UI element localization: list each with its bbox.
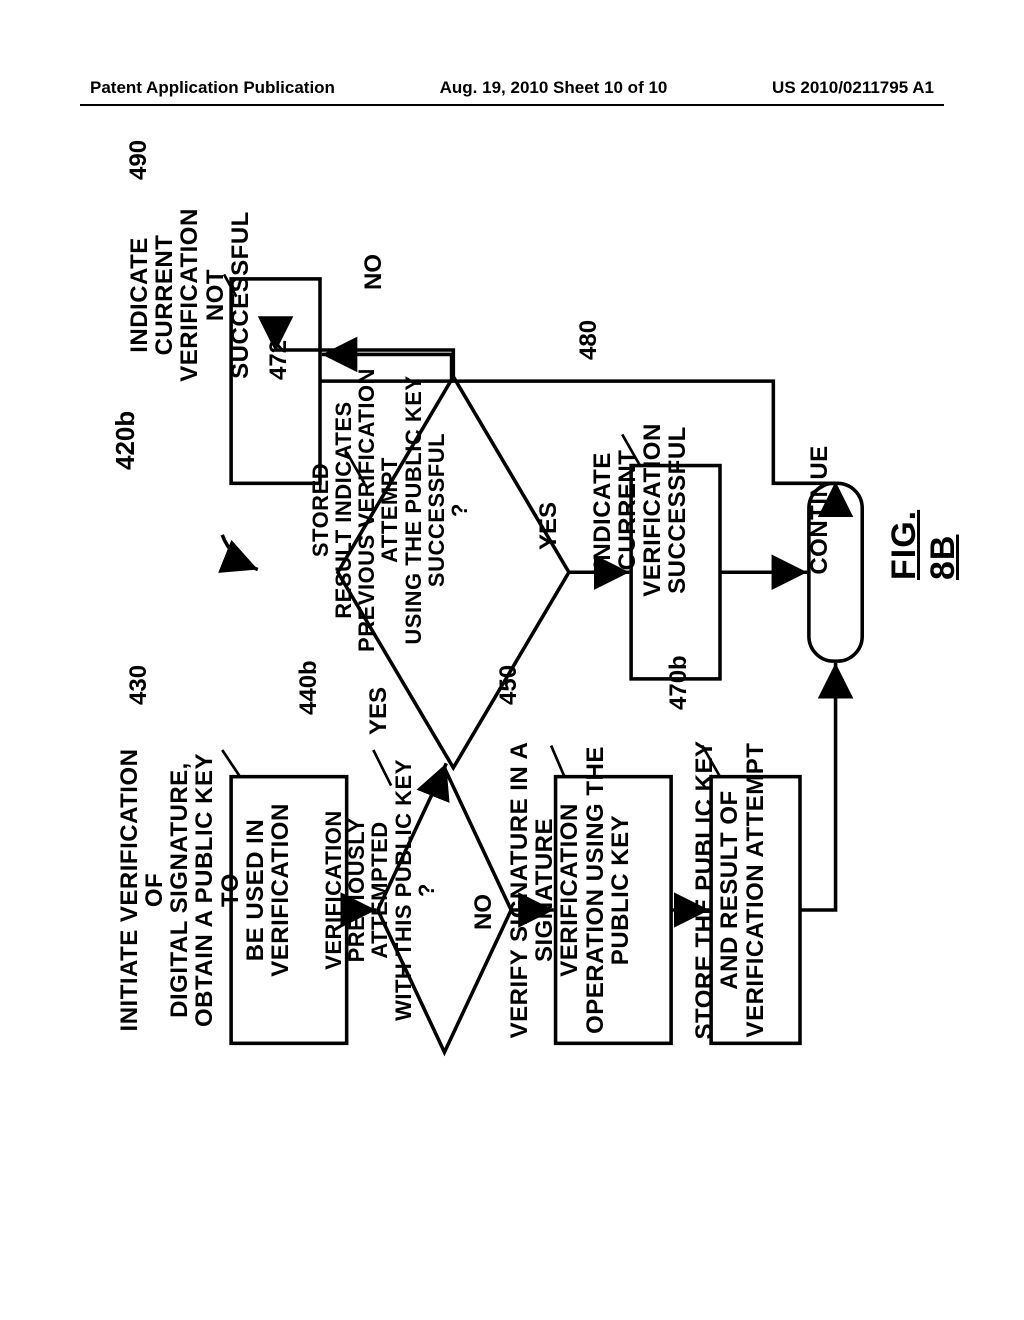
node-450: VERIFY SIGNATURE IN A SIGNATURE VERIFICA… — [505, 740, 635, 1040]
header-mid: Aug. 19, 2010 Sheet 10 of 10 — [440, 78, 668, 98]
ref-480: 480 — [575, 320, 603, 360]
ref-472: 472 — [265, 340, 293, 380]
node-490: INDICATE CURRENT VERIFICATION NOT SUCCES… — [140, 180, 240, 410]
header-left: Patent Application Publication — [90, 78, 335, 98]
node-430: INITIATE VERIFICATION OF DIGITAL SIGNATU… — [140, 740, 270, 1040]
header-rule — [80, 104, 944, 106]
page-header: Patent Application Publication Aug. 19, … — [90, 78, 934, 98]
edge-440b-no: NO — [470, 894, 498, 930]
ref-450: 450 — [495, 665, 523, 705]
node-480: INDICATE CURRENT VERIFICATION SUCCESSFUL — [590, 390, 690, 630]
edge-440b-yes: YES — [365, 687, 393, 735]
node-470b: STORE THE PUBLIC KEY AND RESULT OF VERIF… — [680, 740, 780, 1040]
figure-caption: FIG. 8B — [885, 510, 963, 580]
node-472: STORED RESULT INDICATES PREVIOUS VERIFIC… — [310, 320, 470, 700]
edge-472-yes: YES — [535, 502, 563, 550]
header-right: US 2010/0211795 A1 — [772, 78, 934, 98]
ref-490: 490 — [125, 140, 153, 180]
ref-440b: 440b — [295, 660, 323, 715]
flowchart: INITIATE VERIFICATION OF DIGITAL SIGNATU… — [110, 170, 910, 1070]
ref-420b: 420b — [110, 411, 141, 470]
ref-470b: 470b — [665, 655, 693, 710]
ref-430: 430 — [125, 665, 153, 705]
edge-472-no: NO — [360, 254, 388, 290]
node-440b: VERIFICATION PREVIOUSLY ATTEMPTED WITH T… — [320, 750, 440, 1030]
page-root: Patent Application Publication Aug. 19, … — [0, 0, 1024, 1320]
node-continue: CONTINUE — [790, 410, 850, 610]
